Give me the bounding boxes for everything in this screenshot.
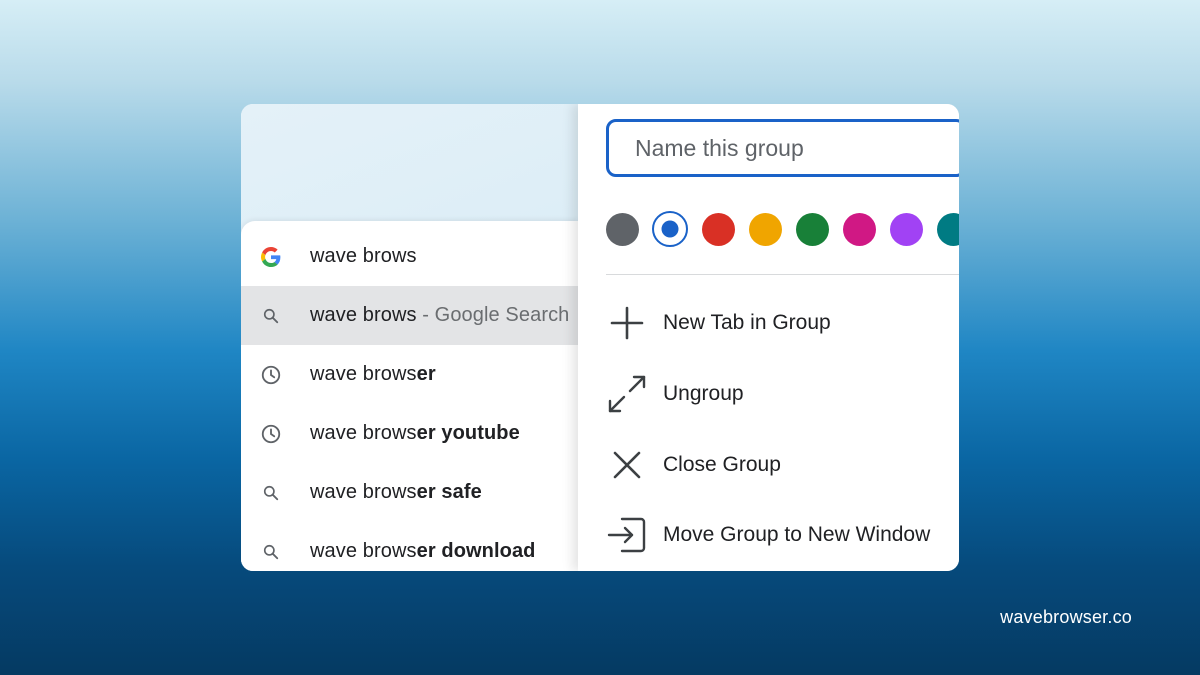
suggestion-item[interactable]: wave browser: [241, 345, 578, 404]
plus-icon: [606, 302, 648, 344]
suggestion-text: wave browser youtube: [310, 422, 520, 444]
suggestion-text: wave browser safe: [310, 481, 482, 503]
move-group-to-new-window-item[interactable]: Move Group to New Window: [578, 505, 959, 565]
suggestion-item[interactable]: wave brows: [241, 227, 578, 286]
color-swatch-grey[interactable]: [606, 213, 639, 246]
ungroup-arrows-icon: [606, 373, 648, 415]
menu-divider: [606, 274, 959, 275]
suggestion-item-selected[interactable]: wave brows - Google Search: [241, 286, 578, 345]
suggestion-text: wave browser download: [310, 540, 536, 562]
search-icon: [260, 482, 282, 504]
search-icon: [260, 305, 282, 327]
browser-screenshot-card: wave brows wave brows - Google Search wa…: [241, 104, 959, 571]
close-group-item[interactable]: Close Group: [578, 435, 959, 495]
search-icon: [260, 541, 282, 563]
color-swatch-pink[interactable]: [843, 213, 876, 246]
suggestion-item[interactable]: wave browser safe: [241, 463, 578, 522]
suggestion-item[interactable]: wave browser download: [241, 522, 578, 571]
move-window-icon: [606, 514, 648, 556]
suggestion-text: wave brows - Google Search: [310, 304, 570, 326]
ungroup-item[interactable]: Ungroup: [578, 364, 959, 424]
tab-group-context-menu: New Tab in Group Ungroup Close Group: [578, 104, 959, 571]
omnibox-area: wave brows wave brows - Google Search wa…: [241, 104, 578, 571]
menu-item-label: Ungroup: [663, 382, 744, 405]
omnibox-suggestions-dropdown: wave brows wave brows - Google Search wa…: [241, 221, 578, 571]
color-swatch-green[interactable]: [796, 213, 829, 246]
google-g-icon: [260, 246, 282, 268]
color-swatch-cyan[interactable]: [937, 213, 959, 246]
suggestion-source: - Google Search: [416, 304, 570, 326]
suggestion-item[interactable]: wave browser youtube: [241, 404, 578, 463]
history-clock-icon: [260, 423, 282, 445]
watermark-url: wavebrowser.co: [1000, 607, 1132, 627]
suggestion-text: wave brows: [310, 245, 417, 267]
menu-item-label: New Tab in Group: [663, 311, 831, 334]
new-tab-in-group-item[interactable]: New Tab in Group: [578, 293, 959, 353]
color-swatch-purple[interactable]: [890, 213, 923, 246]
color-swatch-blue-selected[interactable]: [652, 211, 688, 247]
group-name-input[interactable]: [606, 119, 959, 177]
menu-item-label: Move Group to New Window: [663, 523, 931, 546]
close-x-icon: [606, 444, 648, 486]
color-swatch-yellow[interactable]: [749, 213, 782, 246]
history-clock-icon: [260, 364, 282, 386]
menu-item-label: Close Group: [663, 453, 781, 476]
suggestion-text: wave browser: [310, 363, 436, 385]
color-swatch-red[interactable]: [702, 213, 735, 246]
